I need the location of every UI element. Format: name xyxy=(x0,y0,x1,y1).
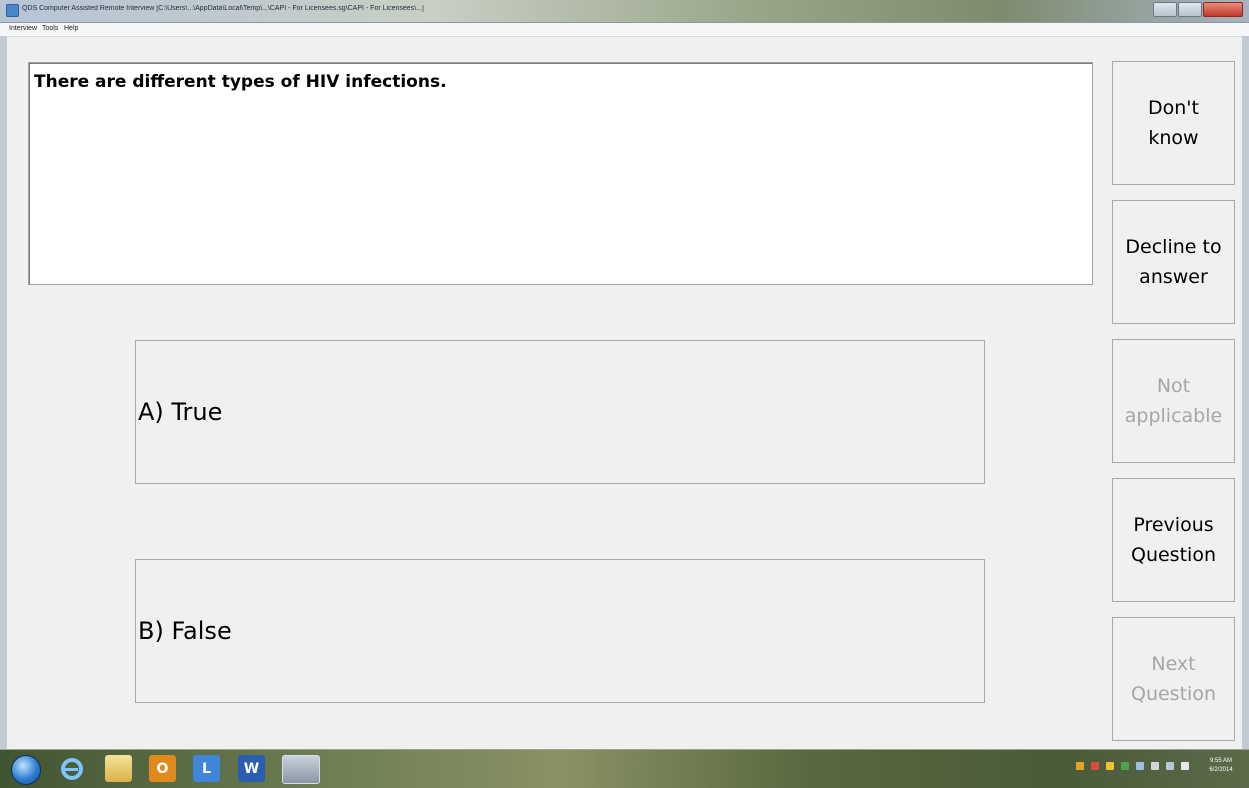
window-title: QDS Computer Assisted Remote Interview [… xyxy=(22,5,424,12)
question-box: There are different types of HIV infecti… xyxy=(28,62,1093,285)
lync-icon[interactable]: L xyxy=(193,755,220,782)
decline-to-answer-button[interactable]: Decline to answer xyxy=(1112,200,1235,324)
menu-interview[interactable]: Interview xyxy=(9,25,37,32)
question-text: There are different types of HIV infecti… xyxy=(34,72,447,92)
dont-know-button[interactable]: Don't know xyxy=(1112,61,1235,185)
not-applicable-button: Not applicable xyxy=(1112,339,1235,463)
option-b-false[interactable]: B) False xyxy=(135,559,985,703)
option-a-label: A) True xyxy=(138,398,223,426)
window-frame-left xyxy=(0,36,7,749)
system-tray xyxy=(1076,762,1189,770)
minimize-button[interactable] xyxy=(1153,2,1177,17)
menu-help[interactable]: Help xyxy=(64,25,78,32)
network-icon[interactable] xyxy=(1166,762,1174,770)
volume-icon[interactable] xyxy=(1181,762,1189,770)
outlook-icon[interactable]: O xyxy=(149,755,176,782)
tray-icon[interactable] xyxy=(1091,762,1099,770)
previous-question-button[interactable]: Previous Question xyxy=(1112,478,1235,602)
tray-icon[interactable] xyxy=(1136,762,1144,770)
maximize-button[interactable] xyxy=(1178,2,1202,17)
option-a-true[interactable]: A) True xyxy=(135,340,985,484)
window-frame-right xyxy=(1242,36,1249,749)
tray-icon[interactable] xyxy=(1151,762,1159,770)
close-button[interactable] xyxy=(1203,2,1243,17)
tray-icon[interactable] xyxy=(1106,762,1114,770)
window-title-bar[interactable]: QDS Computer Assisted Remote Interview [… xyxy=(0,0,1249,23)
tray-icon[interactable] xyxy=(1121,762,1129,770)
tray-icon[interactable] xyxy=(1076,762,1084,770)
clock-time: 9:55 AM xyxy=(1209,758,1232,764)
window-controls xyxy=(1153,2,1243,17)
folder-icon[interactable] xyxy=(105,755,132,782)
qds-app-icon[interactable] xyxy=(282,755,320,784)
menu-bar: Interview Tools Help xyxy=(0,23,1249,37)
clock-date: 6/2/2014 xyxy=(1209,767,1233,773)
clock[interactable]: 9:55 AM 6/2/2014 xyxy=(1201,757,1241,775)
internet-explorer-icon[interactable] xyxy=(58,755,85,782)
start-orb-icon[interactable] xyxy=(11,755,41,785)
app-icon xyxy=(6,4,19,17)
option-b-label: B) False xyxy=(138,617,232,645)
next-question-button: Next Question xyxy=(1112,617,1235,741)
taskbar: O L W 9:55 AM 6/2/2014 xyxy=(0,749,1249,788)
word-icon[interactable]: W xyxy=(238,755,265,782)
menu-tools[interactable]: Tools xyxy=(42,25,58,32)
